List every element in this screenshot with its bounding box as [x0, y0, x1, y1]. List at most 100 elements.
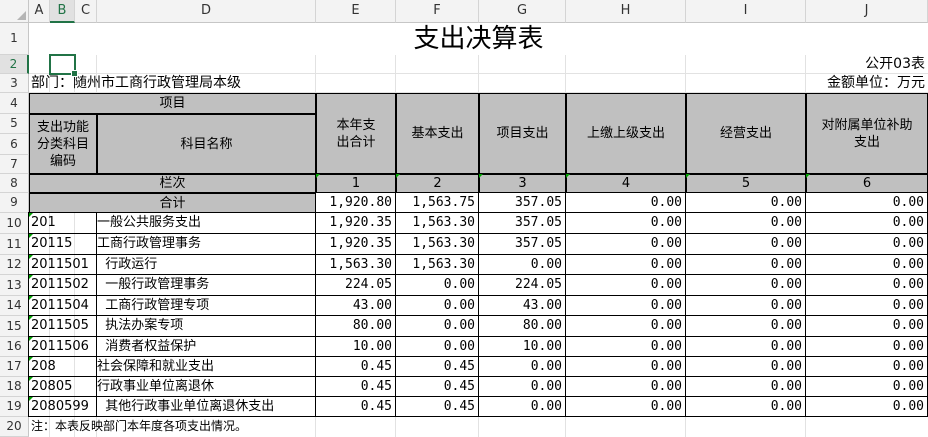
- row-value: 1,563.30: [395, 254, 479, 275]
- green-triangle-marker: [29, 337, 33, 341]
- row-value: 224.05: [478, 274, 566, 296]
- row-subject-name: 工商行政管理专项: [96, 295, 316, 316]
- row-value: 0.00: [565, 376, 686, 397]
- row-subject-name: 执法办案专项: [96, 315, 316, 337]
- row-header-17[interactable]: 17: [0, 357, 29, 377]
- row-value: 0.00: [478, 356, 566, 377]
- green-triangle-marker: [29, 397, 33, 401]
- green-triangle-marker: [686, 174, 690, 178]
- row-header-20[interactable]: 20: [0, 417, 29, 437]
- department-label: 部门：随州市工商行政管理局本级: [31, 75, 241, 91]
- row-value: 0.45: [395, 356, 479, 377]
- row-header-14[interactable]: 14: [0, 296, 29, 316]
- column-header-h[interactable]: H: [566, 0, 686, 23]
- row-value: 1,920.35: [315, 212, 396, 234]
- select-all-corner[interactable]: [0, 0, 29, 23]
- row-header-8[interactable]: 8: [0, 174, 29, 193]
- row-header-3[interactable]: 3: [0, 74, 29, 93]
- row-header-18[interactable]: 18: [0, 377, 29, 397]
- row-subject-name: 消费者权益保护: [96, 336, 316, 357]
- row-value: 0.45: [315, 396, 396, 417]
- row-value: 0.00: [565, 295, 686, 316]
- total-value: 0.00: [685, 192, 806, 213]
- row-value: 80.00: [478, 315, 566, 337]
- row-header-9[interactable]: 9: [0, 193, 29, 213]
- row-value: 0.00: [805, 356, 928, 377]
- row-value: 0.00: [478, 376, 566, 397]
- total-value: 0.00: [565, 192, 686, 213]
- row-value: 0.00: [395, 336, 479, 357]
- row-header-4[interactable]: 4: [0, 93, 29, 114]
- row-header-12[interactable]: 12: [0, 255, 29, 275]
- row-value: 1,920.35: [315, 233, 396, 255]
- row-value: 0.45: [315, 376, 396, 397]
- row-value: 357.05: [478, 212, 566, 234]
- column-header-j[interactable]: J: [806, 0, 928, 23]
- column-header-a[interactable]: A: [29, 0, 50, 23]
- column-header-b[interactable]: B: [50, 0, 75, 23]
- row-value: 0.00: [685, 336, 806, 357]
- row-code: 2011506: [28, 336, 97, 357]
- green-triangle-marker: [396, 174, 400, 178]
- row-header-13[interactable]: 13: [0, 275, 29, 296]
- row-header-10[interactable]: 10: [0, 213, 29, 234]
- header-total-expense: 本年支出合计: [316, 93, 396, 174]
- row-value: 10.00: [478, 336, 566, 357]
- column-header-e[interactable]: E: [316, 0, 396, 23]
- row-header-2[interactable]: 2: [0, 55, 29, 74]
- amount-unit-label: 金额单位：万元: [827, 75, 925, 91]
- row-header-11[interactable]: 11: [0, 234, 29, 255]
- row-value: 43.00: [478, 295, 566, 316]
- row-value: 0.00: [395, 295, 479, 316]
- row-header-19[interactable]: 19: [0, 397, 29, 417]
- header-business-expense: 经营支出: [686, 93, 806, 174]
- seq-number: 4: [566, 174, 686, 193]
- row-code: 2011505: [28, 315, 97, 337]
- fill-handle[interactable]: [71, 70, 78, 77]
- header-subject-name: 科目名称: [97, 114, 316, 174]
- column-header-i[interactable]: I: [686, 0, 806, 23]
- green-triangle-marker: [566, 174, 570, 178]
- row-value: 0.00: [565, 233, 686, 255]
- seq-number: 2: [396, 174, 479, 193]
- row-header-5[interactable]: 5: [0, 114, 29, 134]
- seq-number: 6: [806, 174, 928, 193]
- row-value: 0.00: [478, 396, 566, 417]
- row-value: 0.45: [315, 356, 396, 377]
- row-value: 0.00: [478, 254, 566, 275]
- column-header-c[interactable]: C: [75, 0, 97, 23]
- total-value: 357.05: [478, 192, 566, 213]
- column-header-g[interactable]: G: [479, 0, 566, 23]
- row-subject-name: 行政运行: [96, 254, 316, 275]
- row-value: 0.00: [565, 254, 686, 275]
- header-function-code: 支出功能分类科目编码: [29, 114, 97, 174]
- row-value: 357.05: [478, 233, 566, 255]
- row-header-16[interactable]: 16: [0, 337, 29, 357]
- row-code: 2080599: [28, 396, 97, 417]
- column-header-f[interactable]: F: [396, 0, 479, 23]
- row-code: 20115: [28, 233, 97, 255]
- row-value: 0.00: [805, 396, 928, 417]
- row-value: 0.00: [805, 274, 928, 296]
- row-value: 0.00: [565, 396, 686, 417]
- green-triangle-marker: [29, 275, 33, 279]
- row-value: 10.00: [315, 336, 396, 357]
- row-header-15[interactable]: 15: [0, 316, 29, 337]
- column-header-d[interactable]: D: [97, 0, 316, 23]
- row-subject-name: 其他行政事业单位离退休支出: [96, 396, 316, 417]
- row-header-7[interactable]: 7: [0, 155, 29, 174]
- green-triangle-marker: [29, 213, 33, 217]
- row-header-1[interactable]: 1: [0, 23, 29, 55]
- row-code: 2011501: [28, 254, 97, 275]
- total-value: 1,920.80: [315, 192, 396, 213]
- row-value: 0.45: [395, 376, 479, 397]
- row-value: 0.00: [395, 315, 479, 337]
- row-value: 0.00: [685, 254, 806, 275]
- row-header-6[interactable]: 6: [0, 134, 29, 155]
- row-subject-name: 一般行政管理事务: [96, 274, 316, 296]
- row-value: 0.00: [395, 274, 479, 296]
- total-value: 0.00: [805, 192, 928, 213]
- row-value: 0.00: [685, 295, 806, 316]
- green-triangle-marker: [29, 296, 33, 300]
- spreadsheet-grid[interactable]: A B C D E F G H I J 1 2 3 4 5 6 7 8 9 10 11 12 13 14 15 16 17 18 19 2…: [0, 0, 928, 437]
